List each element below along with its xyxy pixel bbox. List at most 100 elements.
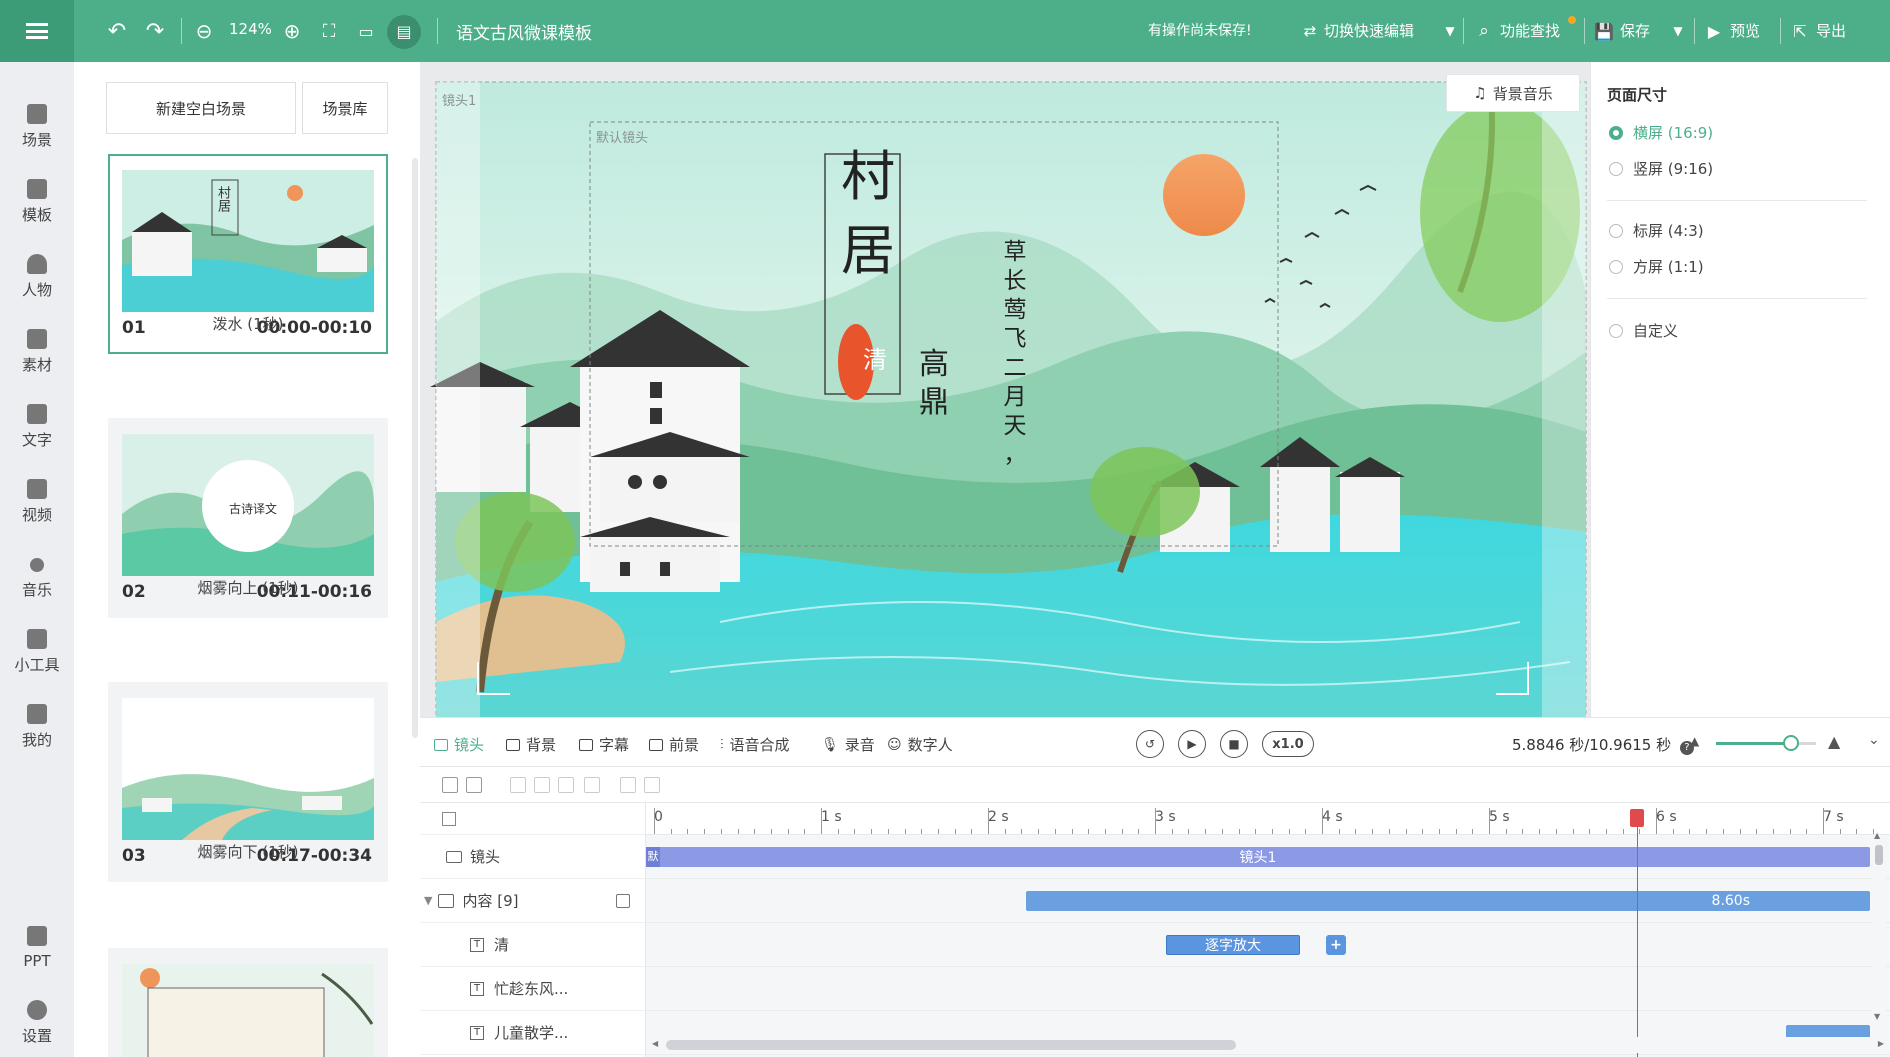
redo-icon[interactable]: ↷ bbox=[141, 17, 169, 45]
tab-lens[interactable]: 镜头 bbox=[434, 734, 484, 755]
waveform-icon: ⫶ bbox=[720, 736, 724, 753]
actual-size-icon[interactable]: ▭ bbox=[352, 17, 380, 45]
nav-item-music[interactable]: 音乐 bbox=[0, 546, 74, 612]
timeline-zoom-slider[interactable] bbox=[1716, 742, 1816, 745]
align-center-icon[interactable] bbox=[558, 777, 574, 793]
nav-item-template[interactable]: 模板 bbox=[0, 171, 74, 237]
nav-item-scene[interactable]: 场景 bbox=[0, 96, 74, 162]
scroll-left-icon[interactable]: ◀ bbox=[652, 1039, 658, 1048]
play-button[interactable]: ▶ bbox=[1178, 730, 1206, 758]
unlink-icon[interactable] bbox=[644, 777, 660, 793]
preview-button[interactable]: 预览 bbox=[1730, 20, 1760, 41]
effect-clip[interactable]: 逐字放大 bbox=[1166, 935, 1300, 955]
caret-down-icon[interactable]: ▼ bbox=[1664, 17, 1692, 45]
layout-icon[interactable]: ▤ bbox=[390, 17, 418, 45]
ruler-tick bbox=[1088, 829, 1090, 834]
quick-edit-button[interactable]: 切换快速编辑 bbox=[1324, 20, 1414, 41]
tab-record[interactable]: 🎙 录音 bbox=[821, 734, 875, 755]
scene-card-04[interactable] bbox=[108, 948, 388, 1057]
ruler-tick bbox=[921, 829, 923, 834]
zoom-out-timeline-icon[interactable]: ▲ bbox=[1690, 734, 1699, 748]
poem-title[interactable]: 村 居 bbox=[838, 140, 898, 288]
tab-background[interactable]: 背景 bbox=[506, 734, 556, 755]
scroll-right-icon[interactable]: ▶ bbox=[1878, 1039, 1884, 1048]
caret-down-icon[interactable]: ▼ bbox=[1436, 17, 1464, 45]
grid-icon[interactable] bbox=[442, 811, 456, 826]
timeline-zoom-knob[interactable] bbox=[1783, 735, 1799, 751]
nav-item-material[interactable]: 素材 bbox=[0, 321, 74, 387]
scroll-up-icon[interactable]: ▲ bbox=[1874, 831, 1880, 840]
page-size-option-1-1[interactable]: 方屏 (1:1) bbox=[1609, 256, 1704, 277]
chevron-down-icon[interactable]: ▼ bbox=[424, 894, 432, 907]
content-clip[interactable]: 8.60s bbox=[1026, 891, 1870, 911]
zoom-in-timeline-icon[interactable]: ▲ bbox=[1828, 732, 1840, 751]
collapse-icon[interactable]: ⌄ bbox=[1868, 732, 1880, 748]
link-icon[interactable] bbox=[620, 777, 636, 793]
row-label-text-ertong[interactable]: T 儿童散学... bbox=[420, 1011, 646, 1055]
align-left-icon[interactable] bbox=[510, 777, 526, 793]
timeline-horizontal-scrollbar[interactable]: ◀ ▶ bbox=[646, 1037, 1890, 1053]
tab-subtitle[interactable]: 字幕 bbox=[579, 734, 629, 755]
page-size-panel: 页面尺寸 横屏 (16:9) 竖屏 (9:16) 标屏 (4:3) 方屏 (1:… bbox=[1590, 62, 1890, 717]
scenes-scrollbar[interactable] bbox=[412, 158, 418, 738]
page-size-option-4-3[interactable]: 标屏 (4:3) bbox=[1609, 220, 1704, 241]
nav-item-ppt[interactable]: PPT bbox=[0, 918, 74, 984]
page-size-option-9-16[interactable]: 竖屏 (9:16) bbox=[1609, 158, 1713, 179]
zoom-out-icon[interactable]: ⊖ bbox=[190, 17, 218, 45]
stop-button[interactable]: ■ bbox=[1220, 730, 1248, 758]
lens-clip[interactable]: 默 镜头1 bbox=[646, 847, 1870, 867]
poem-author[interactable]: 高 鼎 bbox=[916, 346, 952, 422]
enter-group-icon[interactable] bbox=[616, 893, 630, 908]
vertical-scroll-thumb[interactable] bbox=[1875, 845, 1883, 865]
scene-library-button[interactable]: 场景库 bbox=[302, 82, 388, 134]
seal-char[interactable]: 清 bbox=[863, 340, 887, 375]
scene-transition[interactable]: 烟雾向下 (1秒) bbox=[108, 841, 388, 862]
ruler-tick bbox=[1322, 808, 1323, 834]
new-blank-scene-button[interactable]: 新建空白场景 bbox=[106, 82, 296, 134]
save-button[interactable]: 保存 bbox=[1620, 20, 1650, 41]
align-right-icon[interactable] bbox=[534, 777, 550, 793]
project-title[interactable]: 语文古风微课模板 bbox=[456, 19, 592, 44]
ruler-tick-label: 0 bbox=[654, 809, 663, 825]
background-music-button[interactable]: ♫ 背景音乐 bbox=[1446, 74, 1580, 112]
ruler-tick bbox=[1689, 829, 1691, 834]
nav-item-person[interactable]: 人物 bbox=[0, 246, 74, 312]
tab-digital-human[interactable]: ☺ 数字人 bbox=[887, 734, 953, 755]
row-label-text-mang[interactable]: T 忙趁东风... bbox=[420, 967, 646, 1011]
scroll-down-icon[interactable]: ▼ bbox=[1874, 1012, 1880, 1021]
tab-foreground[interactable]: 前景 bbox=[649, 734, 699, 755]
replay-button[interactable]: ↺ bbox=[1136, 730, 1164, 758]
add-effect-button[interactable]: + bbox=[1326, 935, 1346, 955]
horizontal-scroll-thumb[interactable] bbox=[666, 1040, 1236, 1050]
page-size-option-16-9[interactable]: 横屏 (16:9) bbox=[1609, 122, 1713, 143]
row-label-lens[interactable]: 镜头 bbox=[420, 835, 646, 879]
zoom-in-icon[interactable]: ⊕ bbox=[278, 17, 306, 45]
time-ruler[interactable]: 0 1 s 2 s 3 s 4 s 5 s 6 s 7 s bbox=[646, 803, 1890, 835]
filter-icon[interactable] bbox=[442, 777, 458, 793]
group-icon[interactable] bbox=[466, 777, 482, 793]
ruler-tick bbox=[1004, 829, 1006, 834]
scene-transition[interactable]: 泼水 (1秒) bbox=[108, 313, 388, 334]
nav-item-text[interactable]: 文字 bbox=[0, 396, 74, 462]
row-label-text-qing[interactable]: T 清 bbox=[420, 923, 646, 967]
tab-tts[interactable]: ⫶ 语音合成 bbox=[720, 734, 790, 755]
export-button[interactable]: 导出 bbox=[1816, 20, 1846, 41]
row-label-content[interactable]: ▼ 内容 [9] bbox=[420, 879, 646, 923]
distribute-icon[interactable] bbox=[584, 777, 600, 793]
nav-item-toolbox[interactable]: 小工具 bbox=[0, 621, 74, 687]
scene-transition[interactable]: 烟雾向上 (1秒) bbox=[108, 577, 388, 598]
poem-line[interactable]: 草 长 莺 飞 二 月 天 ， bbox=[1002, 238, 1028, 470]
timeline-vertical-scrollbar[interactable]: ▲ ▼ bbox=[1872, 831, 1886, 1021]
track-text-mang bbox=[646, 967, 1890, 1011]
playhead-handle[interactable] bbox=[1629, 809, 1644, 827]
row-label-text: 清 bbox=[494, 936, 510, 954]
undo-icon[interactable]: ↶ bbox=[103, 17, 131, 45]
main-menu-button[interactable] bbox=[0, 0, 74, 62]
nav-item-video[interactable]: 视频 bbox=[0, 471, 74, 537]
speed-button[interactable]: x1.0 bbox=[1262, 731, 1314, 757]
nav-item-mine[interactable]: 我的 bbox=[0, 696, 74, 762]
find-feature-button[interactable]: 功能查找 bbox=[1500, 20, 1560, 41]
nav-item-settings[interactable]: 设置 bbox=[0, 992, 74, 1057]
fit-screen-icon[interactable]: ⛶ bbox=[315, 17, 343, 45]
page-size-option-custom[interactable]: 自定义 bbox=[1609, 320, 1678, 341]
